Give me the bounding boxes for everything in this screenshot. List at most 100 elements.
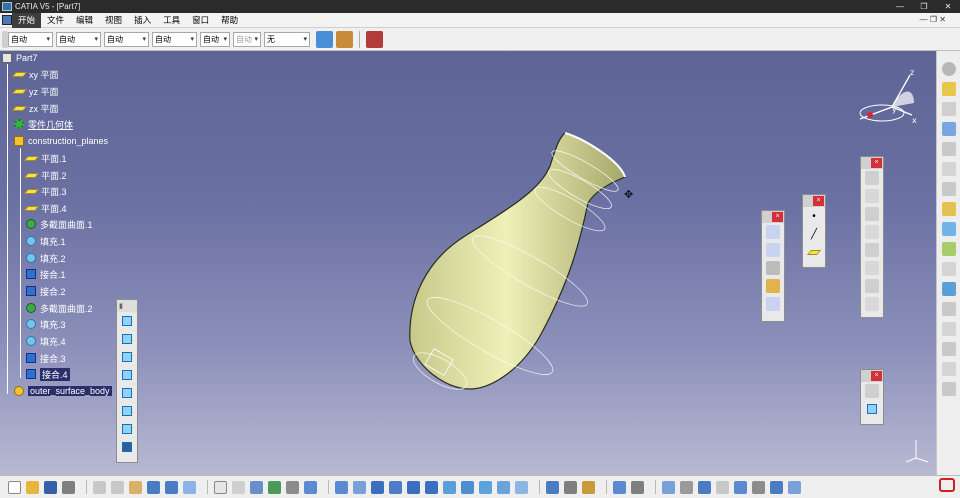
swap-visible-space-icon[interactable] [515, 480, 528, 494]
menu-view[interactable]: 视图 [99, 13, 128, 28]
tree-item-join-3[interactable]: 接合.3 [26, 351, 66, 365]
open-folder-icon[interactable] [26, 480, 39, 494]
iso-view-icon[interactable] [461, 480, 474, 494]
tree-item-plane-2[interactable]: 平面.2 [23, 168, 67, 182]
grid-icon[interactable] [941, 342, 956, 356]
tree-item-fill-4[interactable]: 填充.4 [26, 334, 66, 348]
document-icon[interactable] [2, 15, 12, 25]
zoom-in-icon[interactable] [407, 480, 420, 494]
properties-icon[interactable] [366, 30, 383, 48]
tree-item-plane-1[interactable]: 平面.1 [23, 151, 67, 165]
circle-button[interactable] [766, 243, 780, 257]
undo-icon[interactable] [147, 480, 160, 494]
sketch-icon[interactable] [941, 102, 956, 116]
trim-button[interactable] [865, 225, 879, 239]
toolbar-header[interactable]: × [803, 195, 825, 207]
3d-viewport[interactable]: Part7 xy 平面 yz 平面 zx 平面 零件几何体 constructi… [0, 51, 936, 475]
hide-show-icon[interactable] [497, 480, 510, 494]
line-thickness-select[interactable]: 自动 ▾ [104, 31, 149, 47]
fill-surface-button[interactable] [120, 422, 134, 436]
menu-start[interactable]: 开始 [12, 12, 42, 28]
whats-this-icon[interactable] [183, 480, 196, 494]
tree-item-zx-plane[interactable]: zx 平面 [11, 101, 59, 115]
transparency-select[interactable]: 自动 ▾ [56, 31, 101, 47]
tool-icon[interactable] [770, 480, 783, 494]
minimize-button[interactable]: — [888, 2, 912, 11]
cylinder-surface-button[interactable] [120, 368, 134, 382]
paste-icon[interactable] [129, 480, 142, 494]
menu-edit[interactable]: 编辑 [70, 13, 99, 28]
tree-item-part-body[interactable]: 零件几何体 [14, 117, 73, 131]
close-icon[interactable]: × [871, 371, 882, 381]
save-icon[interactable] [44, 480, 57, 494]
tool-icon[interactable] [941, 262, 956, 276]
tree-item-outer-surface-body[interactable]: outer_surface_body [14, 384, 112, 398]
connect-curve-button[interactable] [766, 279, 780, 293]
tree-item-join-4[interactable]: 接合.4 [26, 367, 70, 381]
tool-icon[interactable] [941, 242, 956, 256]
zoom-out-icon[interactable] [425, 480, 438, 494]
color-select[interactable]: 自动 ▾ [8, 31, 53, 47]
redo-icon[interactable] [165, 480, 178, 494]
translate-button[interactable] [865, 279, 879, 293]
tool-icon[interactable] [941, 162, 956, 176]
pencil-icon[interactable] [941, 202, 956, 216]
tool-icon[interactable] [788, 480, 801, 494]
blend-surface-button[interactable] [120, 440, 134, 454]
menu-file[interactable]: 文件 [41, 13, 70, 28]
compass-icon[interactable]: z y x [852, 67, 924, 129]
rotate-icon[interactable] [389, 480, 402, 494]
line-button[interactable]: ╱ [807, 227, 821, 241]
print-icon[interactable] [62, 480, 75, 494]
boundary-button[interactable] [865, 243, 879, 257]
tool-icon[interactable] [941, 142, 956, 156]
select-cursor-icon[interactable] [941, 82, 956, 96]
tool-icon[interactable] [752, 480, 765, 494]
tool-icon[interactable] [680, 480, 693, 494]
offset-surface-button[interactable] [120, 386, 134, 400]
brush-icon[interactable] [336, 30, 353, 48]
corner-button[interactable] [766, 261, 780, 275]
tree-item-multi-section-2[interactable]: 多截面曲面.2 [26, 301, 93, 315]
menu-insert[interactable]: 插入 [128, 13, 157, 28]
tree-item-construction-planes[interactable]: construction_planes [14, 134, 108, 148]
close-icon[interactable]: × [871, 158, 882, 168]
new-document-icon[interactable] [8, 480, 21, 494]
spline-button[interactable] [766, 225, 780, 239]
tree-item-multi-section-1[interactable]: 多截面曲面.1 [26, 217, 93, 231]
revolve-surface-button[interactable] [120, 332, 134, 346]
comment-icon[interactable] [232, 480, 245, 494]
pan-icon[interactable] [371, 480, 384, 494]
close-icon[interactable]: × [813, 196, 824, 206]
tool-icon[interactable] [582, 480, 595, 494]
extract-button[interactable] [865, 261, 879, 275]
healing-button[interactable] [865, 189, 879, 203]
copy-icon[interactable] [111, 480, 124, 494]
sphere-surface-button[interactable] [120, 350, 134, 364]
tool-icon[interactable] [716, 480, 729, 494]
join-button[interactable] [865, 171, 879, 185]
menu-window[interactable]: 窗口 [186, 13, 215, 28]
tool-icon[interactable] [941, 322, 956, 336]
tool-icon[interactable] [546, 480, 559, 494]
point-button[interactable]: • [807, 209, 821, 223]
tree-item-plane-3[interactable]: 平面.3 [23, 184, 67, 198]
tree-item-plane-4[interactable]: 平面.4 [23, 201, 67, 215]
layer-select[interactable]: 无 ▾ [264, 31, 310, 47]
tool-icon[interactable] [564, 480, 577, 494]
normal-view-icon[interactable] [443, 480, 456, 494]
plane-button[interactable] [806, 245, 822, 259]
tree-root[interactable]: Part7 [2, 51, 38, 65]
tool-icon[interactable] [941, 182, 956, 196]
linetype-select[interactable]: 自动 ▾ [152, 31, 197, 47]
tree-item-fill-1[interactable]: 填充.1 [26, 234, 66, 248]
gear-icon[interactable] [941, 62, 956, 76]
extrude-surface-button[interactable] [120, 314, 134, 328]
tree-item-xy-plane[interactable]: xy 平面 [11, 67, 59, 81]
tool-icon[interactable] [631, 480, 644, 494]
shading-icon[interactable] [479, 480, 492, 494]
maximize-button[interactable]: ❐ [912, 2, 936, 11]
tool-icon[interactable] [941, 382, 956, 396]
fly-mode-icon[interactable] [335, 480, 348, 494]
table-icon[interactable] [250, 480, 263, 494]
